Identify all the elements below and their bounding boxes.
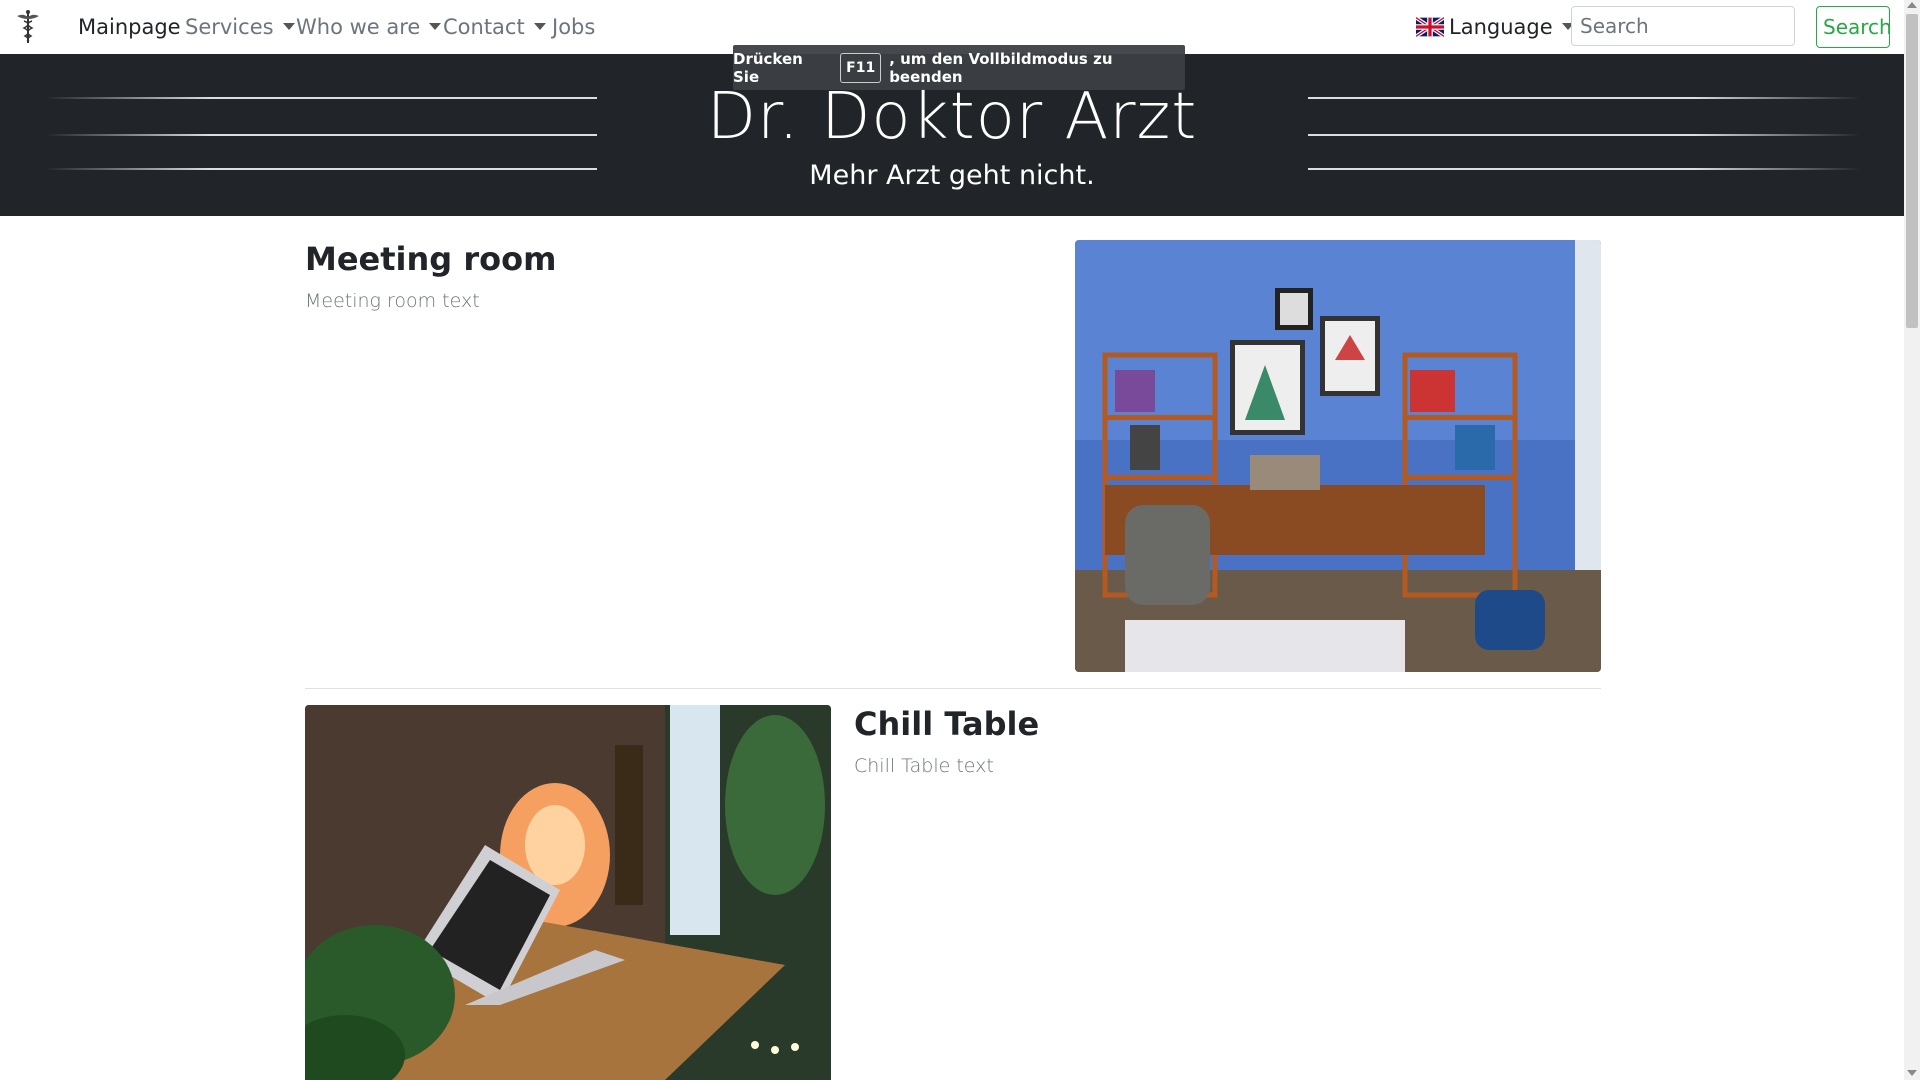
f11-key: F11 — [840, 52, 882, 83]
site-subtitle: Mehr Arzt geht nicht. — [809, 160, 1095, 191]
caduceus-icon[interactable] — [14, 9, 42, 45]
nav-services-dropdown[interactable]: Services — [185, 13, 295, 41]
notice-suffix: , um den Vollbildmodus zu beenden — [889, 49, 1113, 86]
nav-mainpage[interactable]: Mainpage — [78, 13, 181, 41]
site-title: Dr. Doktor Arzt — [706, 80, 1198, 154]
section-text-chill-table: Chill Table text — [854, 755, 994, 777]
nav-jobs[interactable]: Jobs — [552, 13, 595, 41]
caret-down-icon — [282, 23, 295, 30]
fullscreen-exit-notice: Drücken Sie F11 , um den Vollbildmodus z… — [733, 45, 1185, 90]
nav-who-we-are-dropdown[interactable]: Who we are — [296, 13, 442, 41]
scrollbar-thumb[interactable] — [1906, 14, 1918, 328]
nav-services-label: Services — [185, 15, 274, 39]
scroll-up-icon[interactable] — [1907, 2, 1917, 8]
uk-flag-icon — [1416, 17, 1444, 37]
scroll-down-icon[interactable] — [1907, 1070, 1917, 1076]
section-text-meeting-room: Meeting room text — [305, 290, 480, 312]
nav-contact-dropdown[interactable]: Contact — [443, 13, 546, 41]
laptop-desk-photo — [305, 705, 831, 1080]
caret-down-icon — [533, 23, 546, 30]
notice-prefix: Drücken Sie — [733, 49, 803, 86]
office-room-photo — [1075, 240, 1601, 672]
section-heading-chill-table: Chill Table — [854, 705, 1040, 743]
language-dropdown[interactable]: Language — [1416, 13, 1574, 41]
caret-down-icon — [429, 23, 442, 30]
nav-contact-label: Contact — [443, 15, 525, 39]
language-label: Language — [1449, 15, 1553, 39]
nav-who-we-are-label: Who we are — [296, 15, 421, 39]
section-divider — [305, 688, 1601, 689]
search-button[interactable]: Search — [1816, 6, 1892, 48]
section-heading-meeting-room: Meeting room — [305, 240, 557, 278]
search-input[interactable] — [1571, 6, 1795, 46]
